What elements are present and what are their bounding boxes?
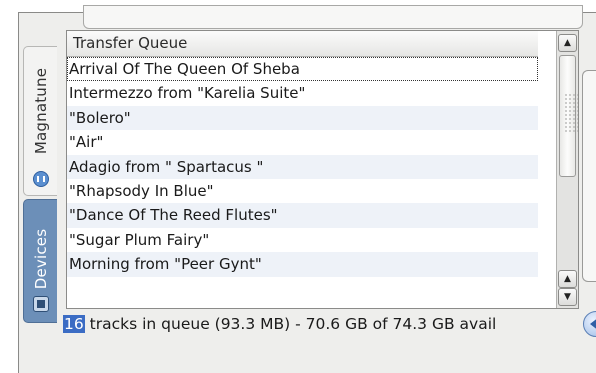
play-icon[interactable] [583, 311, 596, 337]
transfer-queue-list[interactable]: Transfer Queue Arrival Of The Queen Of S… [66, 30, 579, 309]
tab-devices-label: Devices [31, 228, 50, 290]
track-count: 16 [63, 315, 85, 333]
status-text: tracks in queue (93.3 MB) - 70.6 GB of 7… [84, 315, 497, 333]
tab-magnatune[interactable]: Magnatune [23, 46, 57, 196]
upper-panel-edge [83, 5, 583, 30]
queue-row[interactable]: Adagio from " Spartacus " [67, 154, 538, 179]
queue-row[interactable]: Morning from "Peer Gynt" [67, 252, 538, 277]
queue-row[interactable]: "Dance Of The Reed Flutes" [67, 203, 538, 228]
main-window: Magnatune Devices Transfer Queue Arrival… [18, 5, 596, 373]
queue-row[interactable]: Intermezzo from "Karelia Suite" [67, 81, 538, 105]
status-bar: 16 tracks in queue (93.3 MB) - 70.6 GB o… [63, 313, 496, 335]
tab-magnatune-label: Magnatune [31, 67, 50, 155]
queue-row[interactable]: "Rhapsody In Blue" [67, 179, 538, 203]
magnatune-icon [33, 171, 49, 187]
queue-row[interactable]: "Bolero" [67, 105, 538, 131]
scroll-up-icon[interactable]: ▲ [558, 34, 577, 52]
queue-row[interactable]: "Air" [67, 130, 538, 154]
device-icon [33, 296, 49, 312]
splitter-grip[interactable] [564, 93, 578, 133]
transfer-queue-header[interactable]: Transfer Queue [67, 31, 538, 57]
scroll-down-icon[interactable]: ▼ [558, 288, 577, 306]
queue-row[interactable]: Arrival Of The Queen Of Sheba [67, 57, 538, 82]
queue-row[interactable]: "Sugar Plum Fairy" [67, 228, 538, 252]
right-panel-edge [582, 70, 596, 282]
scroll-up-icon[interactable]: ▲ [558, 270, 577, 288]
tab-devices[interactable]: Devices [23, 199, 57, 323]
queue-scrollbar[interactable]: ▲ ▲ ▼ [556, 31, 578, 308]
